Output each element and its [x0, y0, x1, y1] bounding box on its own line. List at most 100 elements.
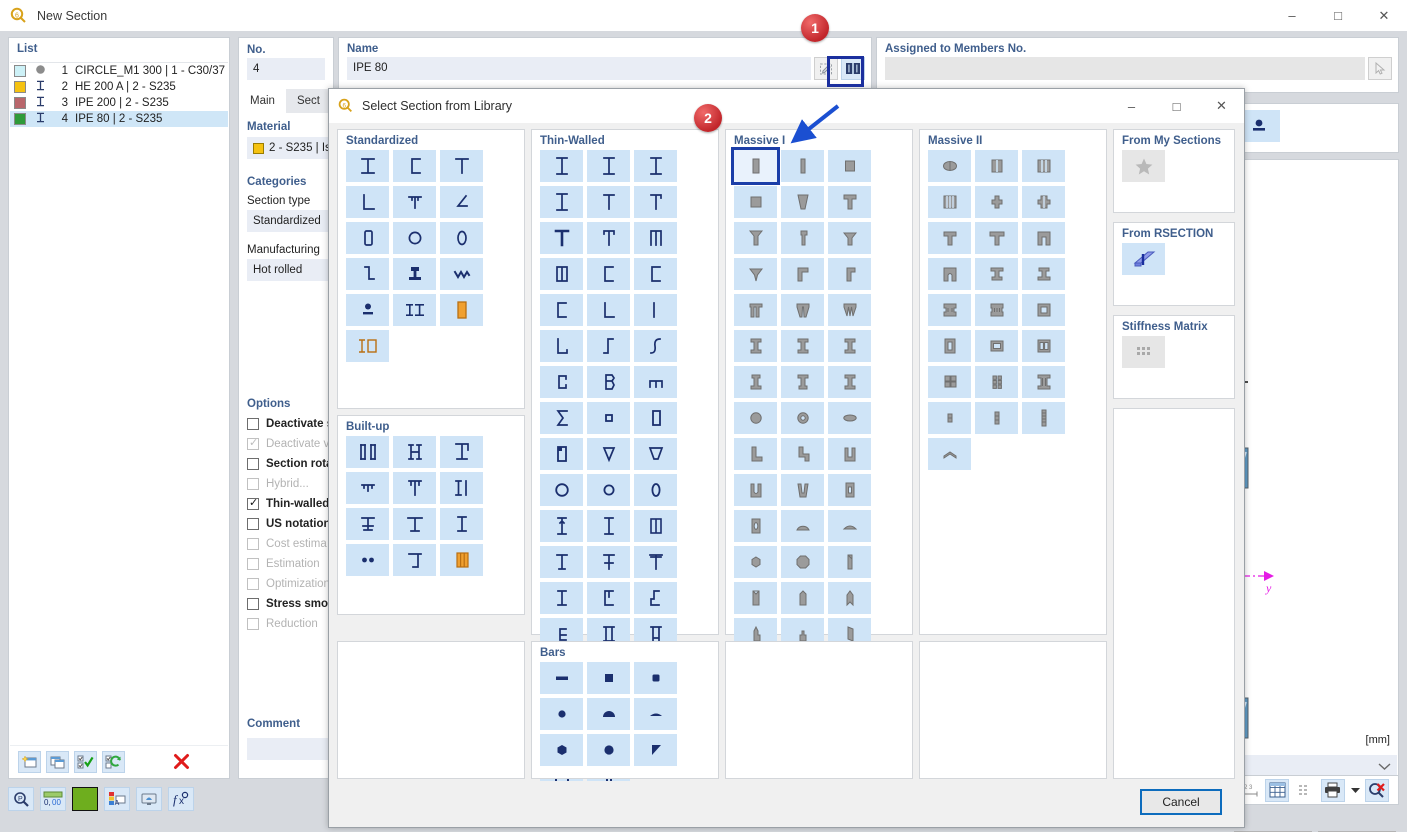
tee-over-i-section[interactable]: [440, 436, 483, 468]
option-checkbox[interactable]: [247, 458, 259, 470]
tee-thin-3[interactable]: [540, 222, 583, 254]
tee-var-3[interactable]: [634, 546, 677, 578]
i-cell-massive-2[interactable]: [975, 294, 1018, 326]
icons-my-sections[interactable]: [1114, 150, 1234, 188]
comment-input[interactable]: [247, 738, 333, 760]
copy-section-icon[interactable]: [46, 750, 69, 773]
small-cell-massive-1[interactable]: [928, 402, 971, 434]
square-bar-2[interactable]: [634, 662, 677, 694]
multi-cell-orange-section[interactable]: [440, 544, 483, 576]
grid-icon[interactable]: [1265, 778, 1289, 802]
i-massive-4[interactable]: [734, 366, 777, 398]
box-cell-massive-2[interactable]: [928, 330, 971, 362]
barrel-massive[interactable]: [928, 150, 971, 182]
box-cell-massive-1[interactable]: [1022, 294, 1065, 326]
dialog-cancel-button[interactable]: Cancel: [1140, 789, 1222, 815]
channel-var-2[interactable]: [634, 582, 677, 614]
double-leg-massive-1[interactable]: [734, 294, 777, 326]
square-hollow-thin[interactable]: [587, 402, 630, 434]
maximize-icon[interactable]: □: [1315, 0, 1361, 31]
folded-plate-massive[interactable]: [928, 438, 971, 470]
oval-section[interactable]: [440, 222, 483, 254]
sigma-thin[interactable]: [540, 402, 583, 434]
box-massive-2[interactable]: [734, 510, 777, 542]
pick-cursor-icon[interactable]: [1368, 57, 1392, 80]
channel-thin-2[interactable]: [634, 258, 677, 290]
hex-bar[interactable]: [540, 734, 583, 766]
grid-cell-massive[interactable]: [975, 366, 1018, 398]
channel-thin-1[interactable]: [587, 258, 630, 290]
tee-var-4[interactable]: [540, 582, 583, 614]
l-massive-1[interactable]: [781, 258, 824, 290]
check-all-icon[interactable]: [74, 750, 97, 773]
preview-dropdown[interactable]: [1234, 755, 1397, 777]
list-item[interactable]: 1 CIRCLE_M1 300 | 1 - C30/37: [10, 63, 228, 79]
square-massive-2[interactable]: [734, 186, 777, 218]
i-massive-2[interactable]: [781, 330, 824, 362]
angle-unequal-section[interactable]: [440, 186, 483, 218]
i-massive-6[interactable]: [828, 366, 871, 398]
trapezoid-thin[interactable]: [634, 438, 677, 470]
i-var-2[interactable]: [587, 510, 630, 542]
triangle-bar[interactable]: [634, 734, 677, 766]
u-massive-3[interactable]: [781, 474, 824, 506]
quad-cell-massive[interactable]: [928, 366, 971, 398]
tee-wide-massive-2[interactable]: [975, 222, 1018, 254]
matrix-icon[interactable]: [1122, 336, 1165, 368]
clear-results-icon[interactable]: [1365, 778, 1389, 802]
dots-icon[interactable]: [1293, 779, 1317, 802]
icons-standardized[interactable]: [338, 150, 524, 368]
assigned-input[interactable]: [885, 57, 1365, 80]
close-icon[interactable]: ✕: [1361, 0, 1407, 31]
function-icon[interactable]: f x: [168, 787, 194, 811]
no-input[interactable]: 4: [247, 58, 325, 80]
delete-icon[interactable]: [170, 751, 193, 773]
magnifier-icon[interactable]: P: [8, 787, 34, 811]
tee-massive-3[interactable]: [781, 222, 824, 254]
i-with-plate-section[interactable]: [346, 508, 389, 540]
u-massive-1[interactable]: [828, 438, 871, 470]
i-thin-4[interactable]: [540, 186, 583, 218]
tee-thin-2[interactable]: [634, 186, 677, 218]
rect-notch-thin[interactable]: [540, 438, 583, 470]
zed-thin-1[interactable]: [587, 330, 630, 362]
list-item[interactable]: 4 IPE 80 | 2 - S235: [10, 111, 228, 127]
dome-massive-2[interactable]: [828, 510, 871, 542]
angle-thin-3[interactable]: [540, 330, 583, 362]
dialog-minimize-icon[interactable]: –: [1109, 89, 1154, 123]
i-wide-massive-2[interactable]: [1022, 258, 1065, 290]
four-cell-massive[interactable]: [928, 186, 971, 218]
section-list-rows[interactable]: 1 CIRCLE_M1 300 | 1 - C30/37 2 HE 200 A | 2…: [10, 62, 228, 744]
option-row[interactable]: US notation: [247, 514, 333, 534]
box-cell-massive-4[interactable]: [1022, 330, 1065, 362]
i-massive-3[interactable]: [828, 330, 871, 362]
i-massive-5[interactable]: [781, 366, 824, 398]
i-plus-channel-section[interactable]: [440, 472, 483, 504]
option-row[interactable]: Section rota: [247, 454, 333, 474]
tee-thin-1[interactable]: [587, 186, 630, 218]
i-thin-2[interactable]: [587, 150, 630, 182]
dome-massive-1[interactable]: [781, 510, 824, 542]
new-section-icon[interactable]: [18, 750, 41, 773]
double-i-thin[interactable]: [540, 258, 583, 290]
zed-thin-2[interactable]: [634, 330, 677, 362]
color-swatch-icon[interactable]: [72, 787, 98, 811]
list-item[interactable]: 2 HE 200 A | 2 - S235: [10, 79, 228, 95]
i-thin-3[interactable]: [634, 150, 677, 182]
option-checkbox[interactable]: [247, 598, 259, 610]
i-cell-massive-1[interactable]: [928, 294, 971, 326]
option-row[interactable]: Thin-walled: [247, 494, 333, 514]
notch-massive-1[interactable]: [734, 582, 777, 614]
icons-built-up[interactable]: [338, 436, 524, 582]
angle-thin-1[interactable]: [587, 294, 630, 326]
star-icon[interactable]: [1122, 150, 1165, 182]
double-i-section[interactable]: [393, 436, 436, 468]
half-round-bar[interactable]: [587, 698, 630, 730]
circle-thin-2[interactable]: [587, 474, 630, 506]
circle-thin-1[interactable]: [540, 474, 583, 506]
angle-thin-2[interactable]: [634, 294, 677, 326]
channel-section[interactable]: [393, 150, 436, 182]
tee-inv-massive-2[interactable]: [734, 258, 777, 290]
section-type-value[interactable]: Standardized: [247, 210, 333, 232]
portal-massive-1[interactable]: [1022, 222, 1065, 254]
